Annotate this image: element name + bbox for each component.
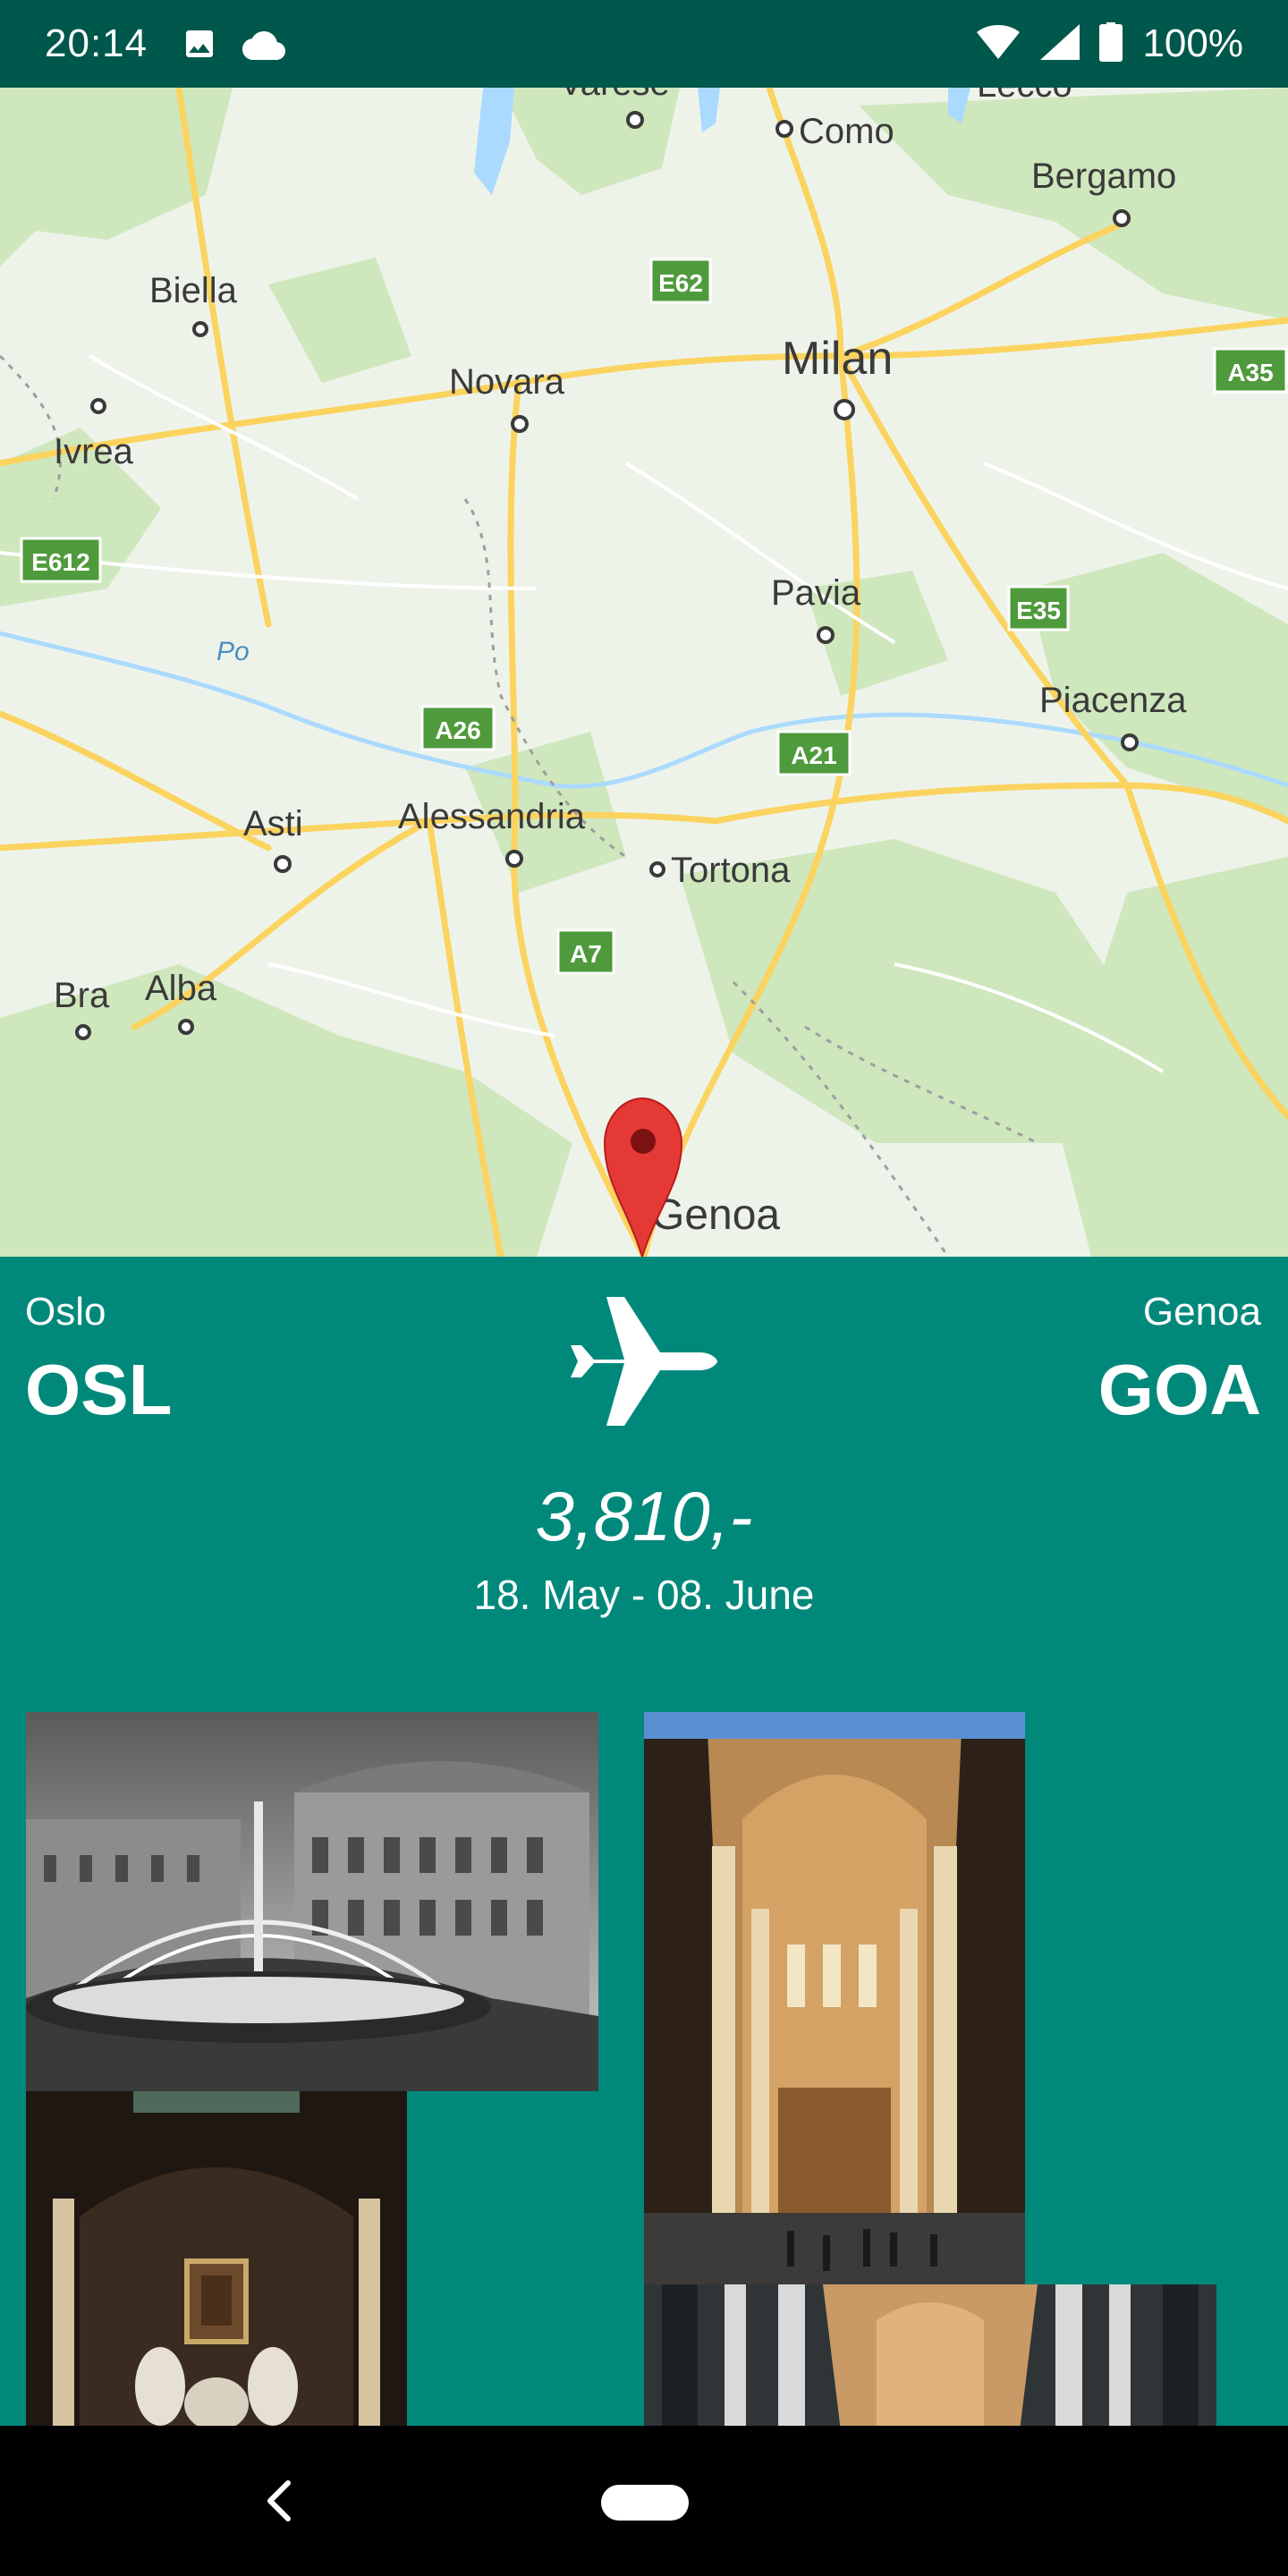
home-pill-icon[interactable]: [601, 2485, 689, 2521]
map-green-areas: [0, 88, 1288, 1257]
navigation-bar: [0, 2426, 1288, 2576]
battery-icon: [1099, 21, 1123, 66]
destination-city: Genoa: [1142, 1290, 1261, 1334]
city-label: Varese: [559, 88, 670, 103]
wifi-icon: [976, 24, 1021, 64]
status-bar: 20:14 100%: [0, 0, 1288, 88]
city-label: Alessandria: [398, 797, 586, 836]
status-time: 20:14: [45, 21, 148, 65]
road-shield: A21: [791, 741, 836, 769]
city-label: Biella: [149, 271, 238, 310]
travel-dates: 18. May - 08. June: [473, 1572, 815, 1618]
origin-city: Oslo: [25, 1290, 106, 1334]
photo-fountain-square[interactable]: [26, 1712, 598, 2091]
city-label: Alba: [145, 969, 217, 1008]
map-view[interactable]: Varese Como Lecco Bergamo Biella Novara …: [0, 88, 1288, 1257]
road-shield: E35: [1016, 597, 1061, 624]
battery-percent: 100%: [1142, 21, 1243, 65]
origin-code: OSL: [25, 1350, 173, 1429]
city-label: Milan: [782, 333, 893, 385]
city-label: Bergamo: [1031, 157, 1176, 196]
city-label: Piacenza: [1039, 681, 1187, 720]
price: 3,810,-: [535, 1477, 753, 1555]
river-label: Po: [216, 637, 250, 666]
city-label: Ivrea: [54, 432, 134, 471]
image-icon: [182, 26, 217, 62]
city-label: Bra: [54, 976, 110, 1015]
back-icon[interactable]: [259, 2476, 299, 2526]
road-shield: A7: [570, 940, 602, 968]
destination-code: GOA: [1097, 1350, 1261, 1429]
road-shield: E62: [658, 269, 703, 297]
city-label: Genoa: [651, 1191, 780, 1239]
photo-cathedral-nave[interactable]: [644, 1712, 1025, 2284]
airplane-icon: [555, 1290, 717, 1433]
city-label: Pavia: [771, 573, 861, 613]
city-label: Asti: [243, 804, 303, 843]
photo-chapel-altar[interactable]: [26, 2091, 407, 2431]
city-label: Tortona: [671, 851, 791, 890]
photo-church-interior[interactable]: [644, 2284, 1216, 2431]
road-shield: A26: [435, 716, 480, 744]
city-label: Novara: [449, 362, 565, 402]
city-label: Como: [799, 112, 894, 151]
road-shield: A35: [1227, 359, 1273, 386]
city-label: Lecco: [977, 88, 1072, 105]
signal-icon: [1040, 23, 1080, 64]
road-shield: E612: [31, 548, 89, 576]
cloud-icon: [242, 26, 286, 62]
